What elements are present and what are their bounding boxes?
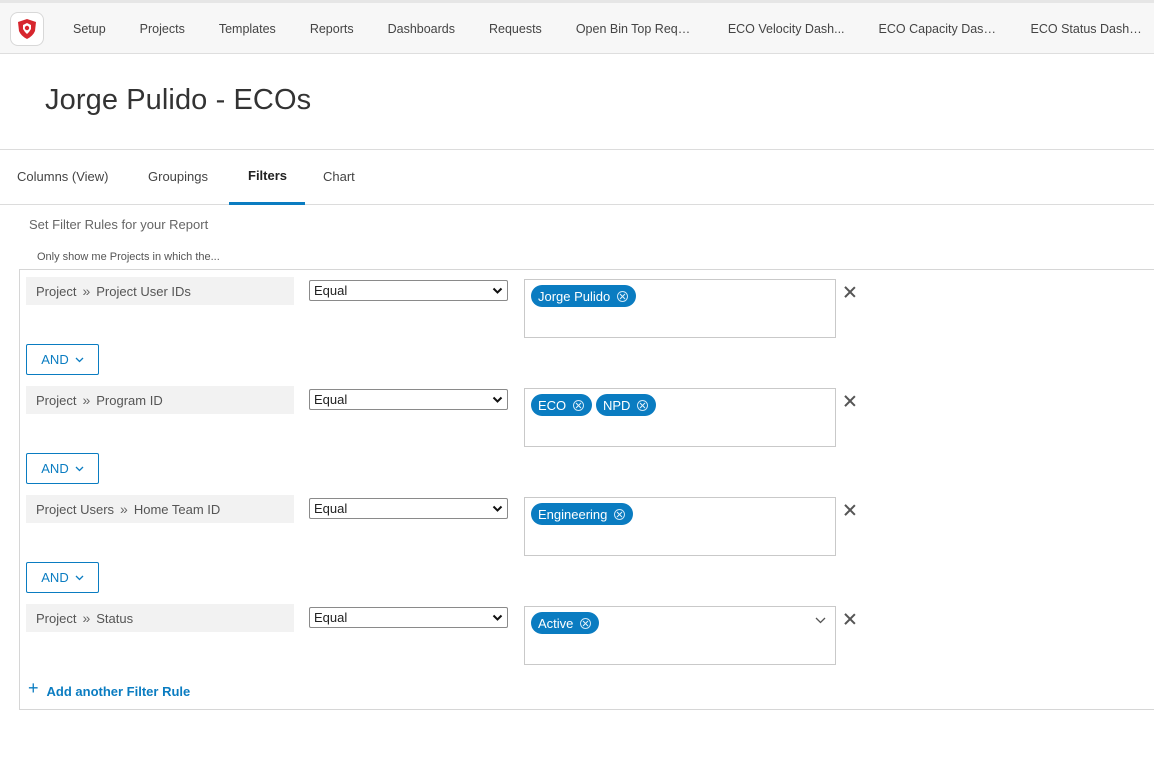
- nav-item-setup[interactable]: Setup: [56, 22, 123, 36]
- rule-1-values-field[interactable]: Jorge Pulido: [524, 279, 836, 338]
- circle-x-icon[interactable]: [580, 617, 592, 629]
- rule-3-values-field[interactable]: Engineering: [524, 497, 836, 556]
- page-title: Jorge Pulido - ECOs: [45, 84, 312, 116]
- rule-2-values-field[interactable]: ECO NPD: [524, 388, 836, 447]
- rule-connector-and-button[interactable]: AND: [26, 344, 99, 375]
- rule-2-operator-value: Equal: [314, 392, 348, 407]
- nav-item-eco-status-dashboard[interactable]: ECO Status Dashbo...: [1014, 22, 1154, 36]
- chevron-down-icon: [75, 466, 84, 471]
- rule-3-remove-button[interactable]: [842, 502, 858, 518]
- rule-4-field-attribute: Status: [96, 610, 134, 626]
- nav-item-templates[interactable]: Templates: [202, 22, 293, 36]
- app-logo[interactable]: [10, 12, 44, 46]
- rule-2-remove-button[interactable]: [842, 393, 858, 409]
- chevron-down-icon[interactable]: [815, 617, 826, 624]
- tab-columns-view[interactable]: Columns (View): [17, 150, 109, 205]
- value-chip-label: Engineering: [538, 506, 608, 522]
- add-filter-rule-link[interactable]: + Add another Filter Rule: [28, 677, 191, 700]
- nav-item-dashboards[interactable]: Dashboards: [371, 22, 472, 36]
- rule-2-field-attribute: Program ID: [96, 392, 163, 408]
- rule-1-field[interactable]: Project » Project User IDs: [26, 277, 294, 305]
- plus-icon: +: [28, 677, 39, 698]
- nav-item-requests[interactable]: Requests: [472, 22, 559, 36]
- circle-x-icon[interactable]: [573, 399, 585, 411]
- double-chevron-right-icon: »: [120, 501, 128, 517]
- rule-3-field-attribute: Home Team ID: [133, 501, 221, 517]
- value-chip: Jorge Pulido: [531, 285, 637, 307]
- value-chip: ECO: [531, 394, 593, 416]
- double-chevron-right-icon: »: [82, 283, 91, 299]
- rule-1-operator-value: Equal: [314, 283, 348, 298]
- nav-menu: Setup Projects Templates Reports Dashboa…: [56, 3, 1154, 54]
- rule-3-operator-select[interactable]: Equal: [309, 498, 508, 519]
- nav-item-eco-velocity-dashboard[interactable]: ECO Velocity Dash...: [711, 22, 862, 36]
- connector-label: AND: [41, 570, 69, 585]
- filters-hint: Only show me Projects in which the...: [37, 251, 220, 263]
- rule-1-operator-select[interactable]: Equal: [309, 280, 508, 301]
- chevron-down-icon: [492, 396, 503, 403]
- value-chip-label: Active: [538, 615, 574, 631]
- circle-x-icon[interactable]: [617, 290, 629, 302]
- value-chip: Active: [531, 612, 600, 634]
- rule-1-remove-button[interactable]: [842, 284, 858, 300]
- tab-groupings[interactable]: Groupings: [148, 150, 208, 205]
- chevron-down-icon: [492, 614, 503, 621]
- tab-chart[interactable]: Chart: [323, 150, 355, 205]
- rule-4-operator-value: Equal: [314, 610, 348, 625]
- connector-label: AND: [41, 352, 69, 367]
- report-tabs: Columns (View) Groupings Filters Chart: [0, 150, 1154, 205]
- chevron-down-icon: [492, 505, 503, 512]
- lion-shield-icon: [18, 19, 36, 39]
- rule-4-operator-select[interactable]: Equal: [309, 607, 508, 628]
- rule-3-field[interactable]: Project Users » Home Team ID: [26, 495, 294, 523]
- nav-item-eco-capacity-dashboard[interactable]: ECO Capacity Dash...: [862, 22, 1014, 36]
- chevron-down-icon: [492, 287, 503, 294]
- nav-item-reports[interactable]: Reports: [293, 22, 371, 36]
- chevron-down-icon: [75, 575, 84, 580]
- chevron-down-icon: [75, 357, 84, 362]
- rule-2-field[interactable]: Project » Program ID: [26, 386, 294, 414]
- rule-2-field-entity: Project: [36, 392, 77, 408]
- top-navigation-bar: Setup Projects Templates Reports Dashboa…: [0, 0, 1154, 54]
- double-chevron-right-icon: »: [82, 610, 91, 626]
- value-chip: Engineering: [531, 503, 634, 525]
- connector-label: AND: [41, 461, 69, 476]
- value-chip-label: Jorge Pulido: [538, 288, 611, 304]
- rule-1-field-attribute: Project User IDs: [96, 283, 191, 299]
- tab-filters[interactable]: Filters: [229, 150, 305, 205]
- circle-x-icon[interactable]: [614, 508, 626, 520]
- rule-3-field-entity: Project Users: [36, 501, 115, 517]
- add-filter-rule-label: Add another Filter Rule: [46, 684, 191, 699]
- nav-item-projects[interactable]: Projects: [123, 22, 202, 36]
- double-chevron-right-icon: »: [82, 392, 91, 408]
- rule-4-values-field[interactable]: Active: [524, 606, 836, 665]
- rule-4-field[interactable]: Project » Status: [26, 604, 294, 632]
- value-chip-label: ECO: [538, 397, 567, 413]
- rule-connector-and-button[interactable]: AND: [26, 562, 99, 593]
- rule-1-field-entity: Project: [36, 283, 77, 299]
- rule-connector-and-button[interactable]: AND: [26, 453, 99, 484]
- rule-4-remove-button[interactable]: [842, 611, 858, 627]
- circle-x-icon[interactable]: [637, 399, 649, 411]
- value-chip: NPD: [596, 394, 657, 416]
- value-chip-label: NPD: [603, 397, 631, 413]
- rule-2-operator-select[interactable]: Equal: [309, 389, 508, 410]
- nav-item-open-bin-top-requests[interactable]: Open Bin Top Requ...: [559, 22, 711, 36]
- rule-3-operator-value: Equal: [314, 501, 348, 516]
- filters-subheading: Set Filter Rules for your Report: [29, 217, 209, 232]
- rule-4-field-entity: Project: [36, 610, 77, 626]
